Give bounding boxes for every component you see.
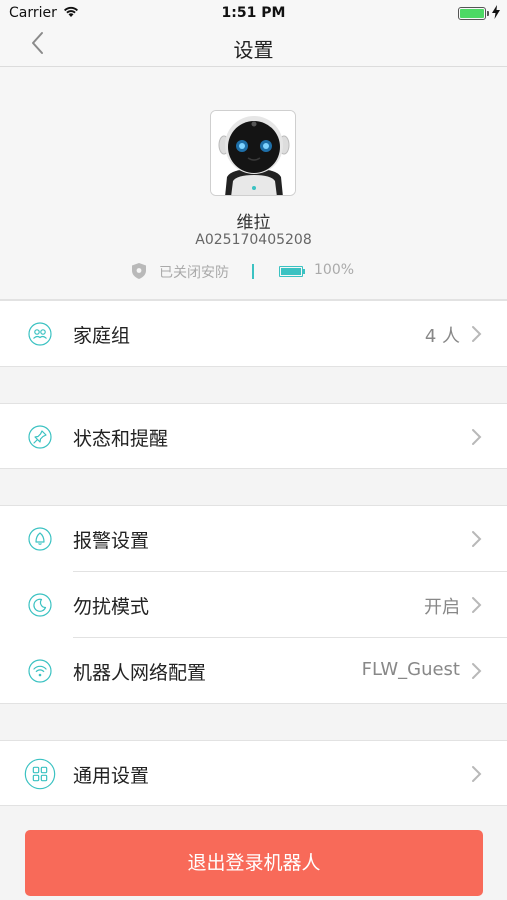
- row-robot-network[interactable]: 机器人网络配置 FLW_Guest: [0, 638, 507, 704]
- nav-bar: 设置: [0, 26, 507, 67]
- robot-battery-cap: [303, 269, 305, 274]
- status-bar: Carrier 1:51 PM: [0, 0, 507, 26]
- robot-image: [211, 111, 295, 195]
- settings-group-general: 通用设置: [0, 740, 507, 806]
- robot-battery-fill: [281, 268, 301, 275]
- page-title: 设置: [233, 38, 274, 62]
- logout-robot-button[interactable]: 退出登录机器人: [25, 830, 483, 896]
- status-divider: [252, 264, 254, 279]
- robot-battery-icon: [279, 266, 303, 277]
- shield-icon: [132, 263, 146, 279]
- battery-cap: [487, 11, 489, 16]
- wifi-icon: [28, 659, 52, 683]
- row-family-group[interactable]: 家庭组 4 人: [0, 301, 507, 367]
- row-value: 开启: [424, 597, 460, 618]
- chevron-right-icon: [472, 597, 482, 613]
- robot-profile: 维拉 A025170405208 已关闭安防 100%: [0, 67, 507, 300]
- row-label: 勿扰模式: [73, 596, 150, 618]
- chevron-right-icon: [472, 326, 482, 342]
- settings-group-status: 状态和提醒: [0, 403, 507, 469]
- chevron-right-icon: [472, 531, 482, 547]
- row-status-reminders[interactable]: 状态和提醒: [0, 404, 507, 470]
- family-icon: [28, 322, 52, 346]
- bolt-icon: [492, 5, 500, 19]
- status-time: 1:51 PM: [221, 5, 286, 21]
- row-label: 状态和提醒: [73, 428, 169, 450]
- grid-icon: [24, 758, 56, 790]
- chevron-right-icon: [472, 663, 482, 679]
- row-label: 家庭组: [73, 325, 131, 347]
- battery-full-icon: [458, 7, 486, 20]
- moon-icon: [28, 593, 52, 617]
- battery-percent: 100%: [314, 262, 355, 278]
- robot-id: A025170405208: [195, 232, 312, 248]
- robot-status-line: 已关闭安防 100%: [0, 261, 507, 281]
- pin-icon: [28, 425, 52, 449]
- chevron-right-icon: [472, 429, 482, 445]
- alarm-bell-icon: [28, 527, 52, 551]
- row-general-settings[interactable]: 通用设置: [0, 741, 507, 807]
- chevron-right-icon: [472, 766, 482, 782]
- settings-group-family: 家庭组 4 人: [0, 300, 507, 367]
- row-value: FLW_Guest: [361, 659, 460, 680]
- row-label: 通用设置: [73, 765, 150, 787]
- settings-group-robot: 报警设置 勿扰模式 开启 机器人网络配置 FLW_Guest: [0, 505, 507, 704]
- row-do-not-disturb[interactable]: 勿扰模式 开启: [0, 572, 507, 638]
- row-label: 机器人网络配置: [73, 662, 207, 684]
- row-alarm-settings[interactable]: 报警设置: [0, 506, 507, 572]
- security-status: 已关闭安防: [159, 265, 229, 281]
- row-value: 4 人: [424, 326, 460, 347]
- row-label: 报警设置: [73, 530, 150, 552]
- robot-avatar[interactable]: [210, 110, 296, 196]
- robot-name: 维拉: [236, 213, 271, 233]
